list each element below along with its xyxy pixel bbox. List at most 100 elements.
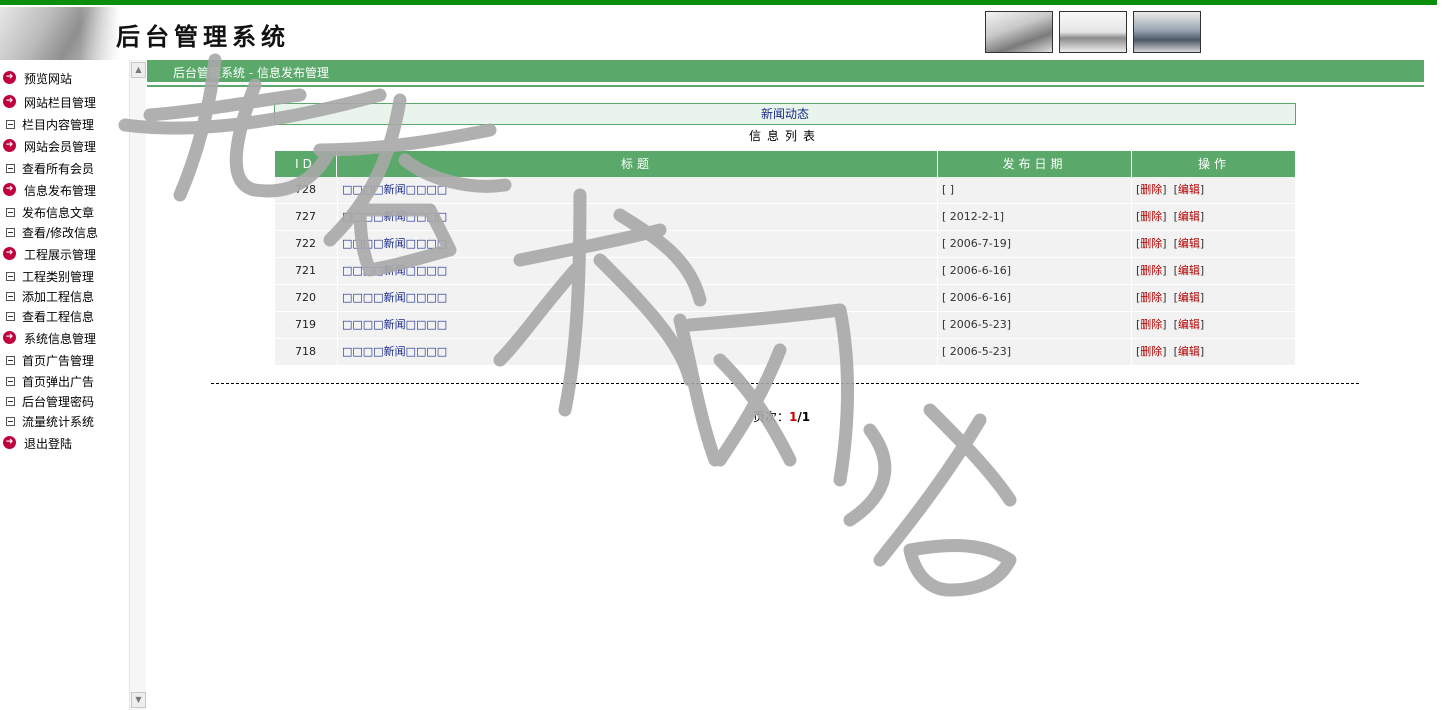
sidebar-item[interactable]: ➜ 退出登陆: [0, 433, 128, 453]
delete-link[interactable]: 删除: [1140, 183, 1162, 196]
col-date: 发布日期: [937, 151, 1131, 177]
arrow-circle-icon: ➜: [3, 436, 16, 449]
sidebar-item[interactable]: ➜ 信息发布管理: [0, 180, 128, 200]
row-id: 720: [295, 291, 316, 304]
row-title-link[interactable]: □□□□新闻□□□□: [337, 258, 940, 284]
row-ops: [删除] [编辑]: [1131, 204, 1300, 230]
collapse-box-icon: [6, 208, 15, 217]
sidebar-item[interactable]: 查看工程信息: [0, 306, 128, 326]
news-table: ID 标题 发布日期 操作 728 □□□□新闻□□□□[ ] [删除] [编辑] 7…: [275, 151, 1295, 366]
row-title-link[interactable]: □□□□新闻□□□□: [337, 204, 940, 230]
bracket: ]: [1199, 318, 1205, 331]
bracket: ]: [1199, 345, 1205, 358]
row-date: [ 2006-5-23]: [937, 312, 1134, 338]
table-row: 721 □□□□新闻□□□□[ 2006-6-16] [删除] [编辑]: [275, 258, 1295, 285]
delete-link[interactable]: 删除: [1140, 264, 1162, 277]
row-title-link[interactable]: □□□□新闻□□□□: [337, 285, 940, 311]
edit-link[interactable]: 编辑: [1178, 291, 1200, 304]
sidebar-item[interactable]: 首页弹出广告: [0, 371, 128, 391]
collapse-box-icon: [6, 377, 15, 386]
system-title: 后台管理系统: [116, 22, 290, 51]
sidebar-item-label: 查看所有会员: [22, 162, 95, 176]
row-id: 721: [295, 264, 316, 277]
breadcrumb-bar: 后台管理系统 - 信息发布管理: [147, 60, 1424, 82]
header: 后台管理系统: [0, 5, 1444, 61]
scroll-up-icon[interactable]: ▲: [131, 62, 146, 78]
sidebar-item-label: 工程展示管理: [24, 248, 97, 262]
table-row: 728 □□□□新闻□□□□[ ] [删除] [编辑]: [275, 177, 1295, 204]
edit-link[interactable]: 编辑: [1178, 183, 1200, 196]
sidebar-item-label: 预览网站: [24, 72, 73, 86]
col-title: 标题: [336, 151, 937, 177]
row-title-link[interactable]: □□□□新闻□□□□: [337, 339, 940, 365]
edit-link[interactable]: 编辑: [1178, 264, 1200, 277]
sidebar-item-label: 系统信息管理: [24, 332, 97, 346]
sidebar-item-label: 退出登陆: [24, 437, 73, 451]
sidebar-item[interactable]: 流量统计系统: [0, 411, 128, 431]
sidebar-item[interactable]: ➜ 工程展示管理: [0, 244, 128, 264]
bracket: ] [: [1162, 210, 1178, 223]
header-banner-image: [0, 7, 120, 61]
collapse-box-icon: [6, 356, 15, 365]
pager-total: /1: [797, 410, 811, 424]
row-date: [ 2012-2-1]: [937, 204, 1134, 230]
bracket: ]: [1199, 291, 1205, 304]
delete-link[interactable]: 删除: [1140, 345, 1162, 358]
sidebar-item[interactable]: ➜ 网站栏目管理: [0, 92, 128, 112]
delete-link[interactable]: 删除: [1140, 291, 1162, 304]
arrow-circle-icon: ➜: [3, 183, 16, 196]
row-date: [ 2006-6-16]: [937, 258, 1134, 284]
collapse-box-icon: [6, 228, 15, 237]
sidebar-item[interactable]: ➜ 系统信息管理: [0, 328, 128, 348]
sidebar-item-label: 网站栏目管理: [24, 96, 97, 110]
edit-link[interactable]: 编辑: [1178, 237, 1200, 250]
row-title-link[interactable]: □□□□新闻□□□□: [337, 312, 940, 338]
sidebar-item[interactable]: 发布信息文章: [0, 202, 128, 222]
delete-link[interactable]: 删除: [1140, 210, 1162, 223]
collapse-box-icon: [6, 120, 15, 129]
table-row: 722 □□□□新闻□□□□[ 2006-7-19] [删除] [编辑]: [275, 231, 1295, 258]
delete-link[interactable]: 删除: [1140, 237, 1162, 250]
bracket: ] [: [1162, 345, 1178, 358]
sidebar-item-label: 查看工程信息: [22, 310, 95, 324]
bracket: ]: [1199, 183, 1205, 196]
header-photo-1: [985, 11, 1053, 53]
sidebar-item[interactable]: 栏目内容管理: [0, 114, 128, 134]
sidebar-item[interactable]: 首页广告管理: [0, 350, 128, 370]
arrow-circle-icon: ➜: [3, 247, 16, 260]
bracket: ]: [1199, 237, 1205, 250]
table-row: 719 □□□□新闻□□□□[ 2006-5-23] [删除] [编辑]: [275, 312, 1295, 339]
row-title-link[interactable]: □□□□新闻□□□□: [337, 231, 940, 257]
edit-link[interactable]: 编辑: [1178, 318, 1200, 331]
sidebar-item[interactable]: ➜ 网站会员管理: [0, 136, 128, 156]
divider: [147, 85, 1424, 87]
sidebar-item[interactable]: 查看/修改信息: [0, 222, 128, 242]
collapse-box-icon: [6, 164, 15, 173]
edit-link[interactable]: 编辑: [1178, 345, 1200, 358]
collapse-box-icon: [6, 272, 15, 281]
row-date: [ ]: [937, 177, 1134, 203]
dotted-divider: [211, 383, 1359, 384]
row-title-link[interactable]: □□□□新闻□□□□: [337, 177, 940, 203]
sidebar-item[interactable]: 添加工程信息: [0, 286, 128, 306]
table-header: ID 标题 发布日期 操作: [275, 151, 1295, 177]
sidebar-item[interactable]: 工程类别管理: [0, 266, 128, 286]
delete-link[interactable]: 删除: [1140, 318, 1162, 331]
row-id: 718: [295, 345, 316, 358]
list-title: 信息列表: [748, 129, 821, 143]
sidebar-item-label: 后台管理密码: [22, 395, 95, 409]
bracket: ] [: [1162, 237, 1178, 250]
sidebar-item-label: 首页广告管理: [22, 354, 95, 368]
scroll-down-icon[interactable]: ▼: [131, 692, 146, 708]
sidebar-item[interactable]: 查看所有会员: [0, 158, 128, 178]
table-row: 727 □□□□新闻□□□□[ 2012-2-1] [删除] [编辑]: [275, 204, 1295, 231]
sidebar-item[interactable]: ➜ 预览网站: [0, 68, 128, 88]
sidebar-item-label: 信息发布管理: [24, 184, 97, 198]
sidebar-item[interactable]: 后台管理密码: [0, 391, 128, 411]
page-edge: [1437, 0, 1444, 710]
edit-link[interactable]: 编辑: [1178, 210, 1200, 223]
row-id: 727: [295, 210, 316, 223]
collapse-box-icon: [6, 312, 15, 321]
sidebar-scrollbar[interactable]: ▲ ▼: [129, 60, 146, 710]
bracket: ] [: [1162, 318, 1178, 331]
